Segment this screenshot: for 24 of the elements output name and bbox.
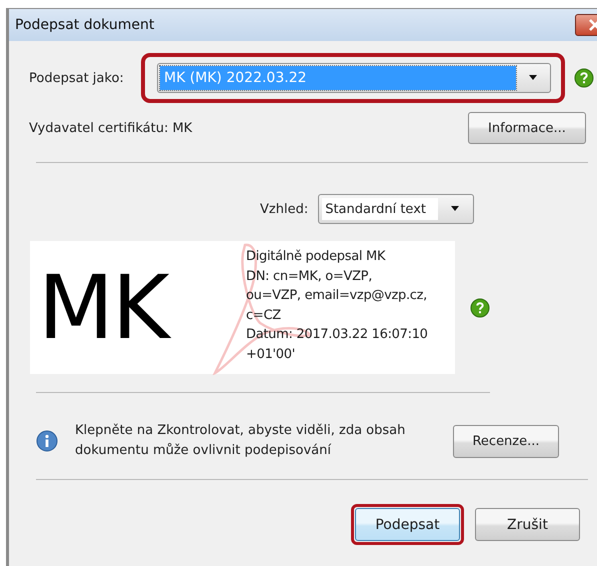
signer-initials: MK xyxy=(30,241,246,374)
signature-detail-line: Digitálně podepsal MK xyxy=(246,248,386,266)
review-message: Klepněte na Zkontrolovat, abyste viděli, zda obsah dokumentu může ovlivnit podepisování xyxy=(75,422,406,460)
info-icon xyxy=(36,430,58,452)
help-icon[interactable] xyxy=(574,68,594,88)
signature-detail-line: +01'00' xyxy=(246,346,296,364)
signature-detail-line: Datum: 2017.03.22 16:07:10 xyxy=(246,326,428,344)
signature-detail-line: DN: cn=MK, o=VZP, xyxy=(246,268,374,286)
signature-detail-line: c=CZ xyxy=(246,306,282,324)
selected-certificate: MK (MK) 2022.03.22 xyxy=(160,66,516,90)
appearance-label: Vzhled: xyxy=(260,202,308,216)
signature-detail-line: ou=VZP, email=vzp@vzp.cz, xyxy=(246,287,428,305)
caret-icon xyxy=(450,206,460,212)
help-icon[interactable] xyxy=(470,298,490,318)
info-button[interactable]: Informace... xyxy=(468,112,586,144)
sign-button[interactable]: Podepsat xyxy=(355,508,460,541)
appearance-dropdown[interactable]: Standardní text xyxy=(318,194,474,224)
issuer-text: Vydavatel certifikátu: MK xyxy=(29,120,192,136)
review-button[interactable]: Recenze... xyxy=(453,424,559,458)
sign-as-label: Podepsat jako: xyxy=(29,70,125,86)
caret-icon xyxy=(528,75,538,81)
appearance-value: Standardní text xyxy=(322,198,438,220)
window-title: Podepsat dokument xyxy=(15,17,154,33)
cancel-button[interactable]: Zrušit xyxy=(475,508,580,541)
